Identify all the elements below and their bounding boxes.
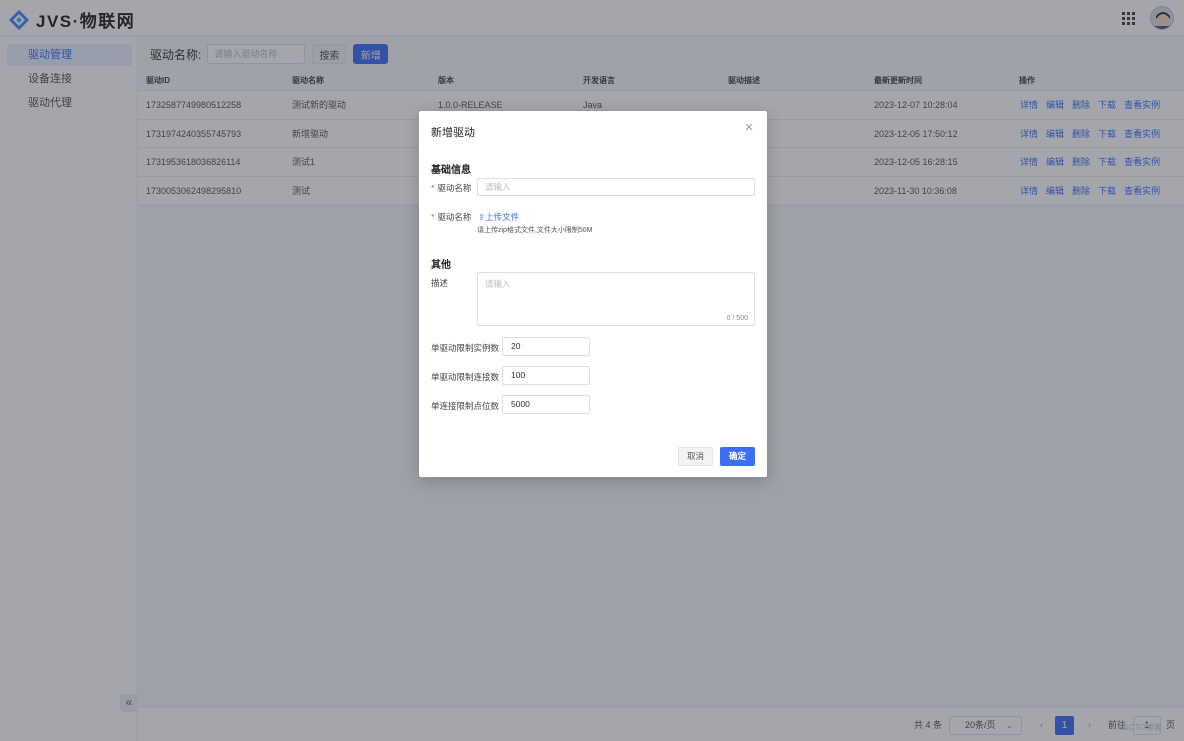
max-points-label: 单连接限制点位数 xyxy=(431,401,500,411)
cancel-button[interactable]: 取消 xyxy=(678,447,713,466)
max-points-input[interactable]: 5000 xyxy=(502,395,590,414)
close-icon[interactable]: ✕ xyxy=(743,122,755,134)
confirm-button[interactable]: 确定 xyxy=(720,447,755,466)
max-connections-input[interactable]: 100 xyxy=(502,366,590,385)
section-other: 其他 xyxy=(431,260,451,271)
driver-name-label: * 驱动名称 xyxy=(431,183,472,193)
driver-file-label: * 驱动名称 xyxy=(431,212,472,222)
dialog-title: 新增驱动 xyxy=(431,127,475,139)
driver-name-input[interactable]: 请输入 xyxy=(477,178,755,196)
add-driver-dialog: 新增驱动 ✕ 基础信息 * 驱动名称 请输入 * 驱动名称 ⇪上传文件 请上传zip… xyxy=(419,111,767,477)
max-instances-label: 单驱动限制实例数 xyxy=(431,343,500,353)
description-label: 描述 xyxy=(431,278,449,288)
description-placeholder: 请输入 xyxy=(485,279,511,289)
description-textarea[interactable]: 请输入 0 / 500 xyxy=(477,272,755,326)
character-counter: 0 / 500 xyxy=(726,315,748,322)
upload-hint: 请上传zip格式文件,文件大小限制50M xyxy=(477,227,593,234)
max-instances-input[interactable]: 20 xyxy=(502,337,590,356)
section-basic-info: 基础信息 xyxy=(431,165,471,176)
max-connections-label: 单驱动限制连接数 xyxy=(431,372,500,382)
upload-file-button[interactable]: ⇪上传文件 xyxy=(478,211,519,223)
